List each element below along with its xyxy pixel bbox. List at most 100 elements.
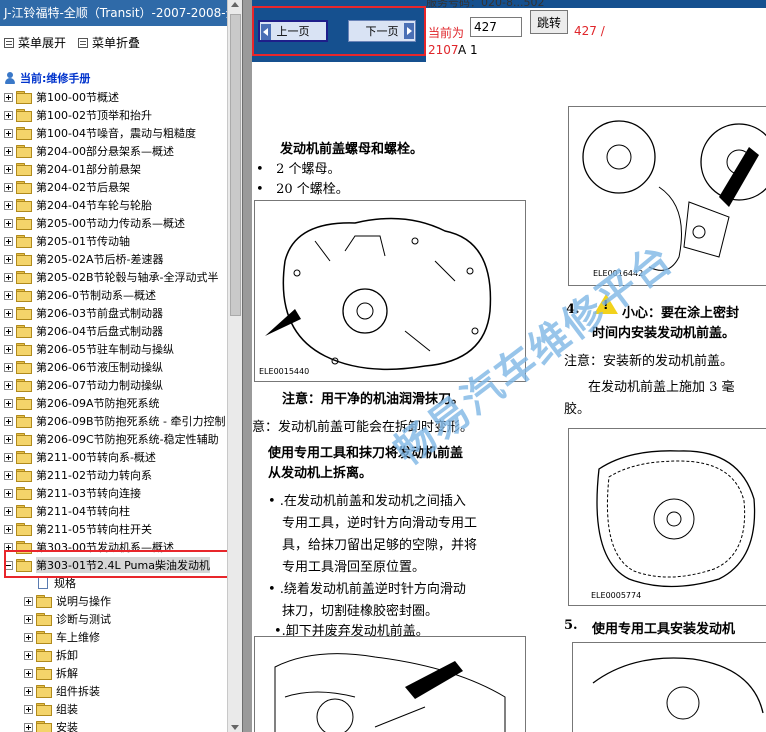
folder-icon xyxy=(16,415,32,428)
figure-install xyxy=(572,642,766,732)
expand-icon[interactable] xyxy=(24,614,33,624)
expand-icon[interactable] xyxy=(4,380,13,390)
folder-icon xyxy=(16,397,32,410)
folder-icon xyxy=(16,145,32,158)
tree-item[interactable]: 组装 xyxy=(0,700,226,718)
tree-item[interactable]: 第206-06节液压制动操纵 xyxy=(0,358,226,376)
expand-icon[interactable] xyxy=(4,416,13,426)
page-number-input[interactable] xyxy=(470,17,522,37)
expand-icon[interactable] xyxy=(4,524,13,534)
tree-item[interactable]: 组件拆装 xyxy=(0,682,226,700)
folder-icon xyxy=(36,703,52,716)
tree-item[interactable]: 第206-05节驻车制动与操纵 xyxy=(0,340,226,358)
tree-item[interactable]: 第205-01节传动轴 xyxy=(0,232,226,250)
tree-item[interactable]: 拆卸 xyxy=(0,646,226,664)
expand-icon[interactable] xyxy=(4,488,13,498)
expand-icon[interactable] xyxy=(24,686,33,696)
expand-icon[interactable] xyxy=(4,362,13,372)
folder-icon xyxy=(16,487,32,500)
expand-icon[interactable] xyxy=(4,344,13,354)
menu-icon xyxy=(4,37,14,48)
expand-icon[interactable] xyxy=(4,254,13,264)
expand-icon[interactable] xyxy=(4,326,13,336)
tree-item[interactable]: 第204-00部分悬架系—概述 xyxy=(0,142,226,160)
expand-icon[interactable] xyxy=(24,722,33,732)
page-count: 427 / xyxy=(574,24,605,38)
expand-icon[interactable] xyxy=(4,290,13,300)
heading-front-cover-bolts: 发动机前盖螺母和螺栓。 xyxy=(280,142,424,157)
arrow-right-icon xyxy=(404,23,414,39)
tree-item[interactable]: 第206-04节后盘式制动器 xyxy=(0,322,226,340)
tree-item[interactable]: 第206-09C节防抱死系统-稳定性辅助 xyxy=(0,430,226,448)
expand-icon[interactable] xyxy=(24,650,33,660)
tree-item[interactable]: 车上维修 xyxy=(0,628,226,646)
scrollbar-thumb[interactable] xyxy=(230,14,241,316)
tree-item[interactable]: 诊断与测试 xyxy=(0,610,226,628)
tree-item[interactable]: 安装 xyxy=(0,718,226,732)
tree-item[interactable]: 第211-00节转向系-概述 xyxy=(0,448,226,466)
tree-item[interactable]: 第211-02节动力转向系 xyxy=(0,466,226,484)
tree-item[interactable]: 第204-02节后悬架 xyxy=(0,178,226,196)
tree-item[interactable]: 第100-00节概述 xyxy=(0,88,226,106)
tree-item[interactable]: 第206-03节前盘式制动器 xyxy=(0,304,226,322)
tree-item[interactable]: 第206-07节动力制动操纵 xyxy=(0,376,226,394)
scroll-down-icon[interactable] xyxy=(231,725,239,730)
expand-icon[interactable] xyxy=(4,110,13,120)
expand-icon[interactable] xyxy=(4,182,13,192)
expand-icon[interactable] xyxy=(4,200,13,210)
folder-icon xyxy=(16,271,32,284)
sidebar-scrollbar[interactable] xyxy=(227,0,242,732)
tree-item[interactable]: 第205-00节动力传动系—概述 xyxy=(0,214,226,232)
expand-icon[interactable] xyxy=(4,272,13,282)
tree-item[interactable]: 第205-02B节轮毂与轴承-全浮动式半 xyxy=(0,268,226,286)
tree-item[interactable]: 说明与操作 xyxy=(0,592,226,610)
expand-icon[interactable] xyxy=(4,434,13,444)
expand-icon[interactable] xyxy=(24,668,33,678)
tree-item[interactable]: 第211-03节转向连接 xyxy=(0,484,226,502)
scroll-up-icon[interactable] xyxy=(231,2,239,7)
expand-icon[interactable] xyxy=(24,632,33,642)
expand-icon[interactable] xyxy=(4,506,13,516)
tree-item[interactable]: 第204-01部分前悬架 xyxy=(0,160,226,178)
tree-item-label: 第211-03节转向连接 xyxy=(36,487,141,500)
tree-item[interactable]: 第211-04节转向柱 xyxy=(0,502,226,520)
next-page-button[interactable]: 下一页 xyxy=(348,20,416,42)
expand-icon[interactable] xyxy=(4,452,13,462)
collapse-all-button[interactable]: 菜单折叠 xyxy=(78,34,140,51)
tree-root[interactable]: 当前:维修手册 xyxy=(4,70,90,86)
folder-icon xyxy=(16,307,32,320)
expand-icon[interactable] xyxy=(24,596,33,606)
expand-icon[interactable] xyxy=(4,236,13,246)
expand-icon[interactable] xyxy=(4,128,13,138)
tree-item[interactable]: 第211-05节转向柱开关 xyxy=(0,520,226,538)
expand-icon[interactable] xyxy=(4,218,13,228)
tree-item[interactable]: 第206-09A节防抱死系统 xyxy=(0,394,226,412)
tree-item-label: 第204-01部分前悬架 xyxy=(36,163,141,176)
expand-icon[interactable] xyxy=(4,470,13,480)
tree-item[interactable]: 第100-04节噪音，震动与粗糙度 xyxy=(0,124,226,142)
tree-item[interactable]: 拆解 xyxy=(0,664,226,682)
tree-item-label: 第206-03节前盘式制动器 xyxy=(36,307,163,320)
expand-icon[interactable] xyxy=(24,704,33,714)
expand-icon[interactable] xyxy=(4,164,13,174)
tree-item[interactable]: 第205-02A节后桥-差速器 xyxy=(0,250,226,268)
next-page-label: 下一页 xyxy=(365,25,399,38)
jump-button[interactable]: 跳转 xyxy=(530,10,568,34)
folder-icon xyxy=(36,685,52,698)
tree-item-label: 第211-00节转向系-概述 xyxy=(36,451,156,464)
tree-item-label: 第206-09B节防抱死系统 - 牵引力控制 xyxy=(36,415,226,428)
tree-item[interactable]: 第100-02节顶举和抬升 xyxy=(0,106,226,124)
expand-icon[interactable] xyxy=(4,92,13,102)
tree-item[interactable]: 第204-04节车轮与轮胎 xyxy=(0,196,226,214)
expand-icon[interactable] xyxy=(4,308,13,318)
tree-item[interactable]: 第206-0节制动系—概述 xyxy=(0,286,226,304)
sidebar-toolbar: 菜单展开 菜单折叠 xyxy=(0,30,226,54)
expand-all-button[interactable]: 菜单展开 xyxy=(4,34,66,51)
folder-icon xyxy=(36,631,52,644)
prev-page-button[interactable]: 上一页 xyxy=(258,20,328,42)
tree-item-label: 拆解 xyxy=(56,667,78,680)
expand-icon[interactable] xyxy=(4,146,13,156)
tree-item[interactable]: 第206-09B节防抱死系统 - 牵引力控制 xyxy=(0,412,226,430)
tree-item-label: 诊断与测试 xyxy=(56,613,111,626)
expand-icon[interactable] xyxy=(4,398,13,408)
